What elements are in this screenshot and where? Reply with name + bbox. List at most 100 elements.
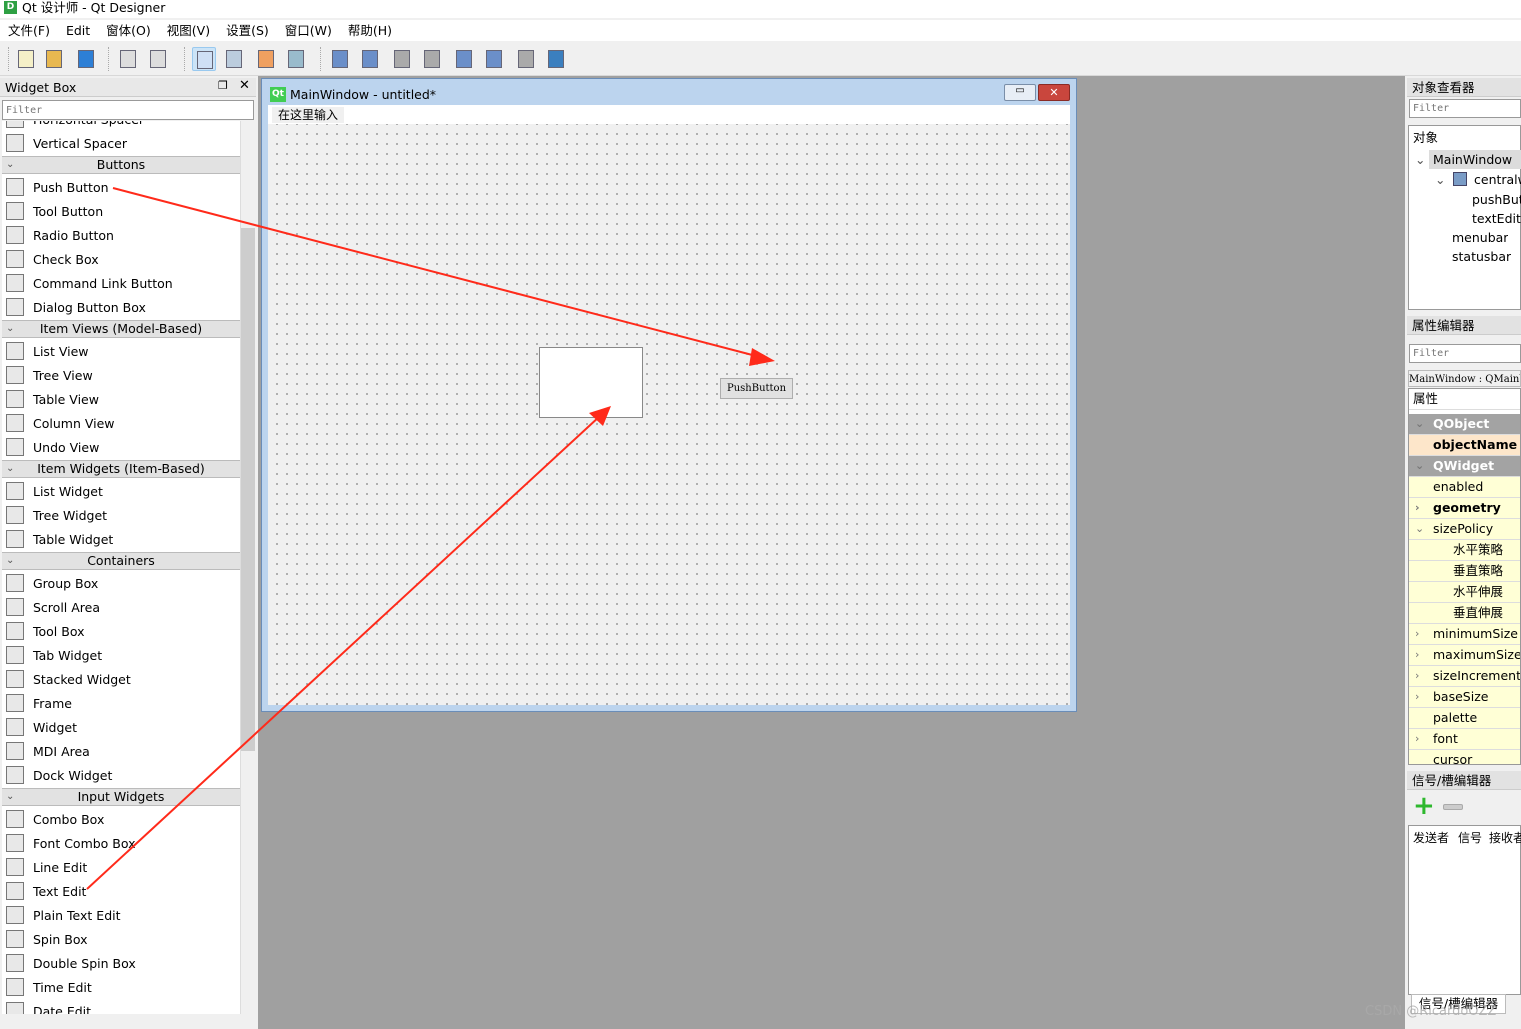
- widget-item[interactable]: Date Edit: [2, 999, 240, 1014]
- widget-item[interactable]: Plain Text Edit: [2, 903, 240, 927]
- property-row[interactable]: ⌄ QObject: [1409, 414, 1520, 435]
- widget-item[interactable]: Spin Box: [2, 927, 240, 951]
- scrollbar-thumb[interactable]: [241, 228, 255, 751]
- chevron-right-icon[interactable]: ›: [1415, 645, 1419, 665]
- tree-item-mainwindow[interactable]: MainWindow: [1429, 150, 1521, 169]
- remove-connection-icon[interactable]: [1443, 804, 1463, 810]
- widget-item[interactable]: Group Box: [2, 571, 240, 595]
- property-row[interactable]: ⌄ sizePolicy: [1409, 519, 1520, 540]
- menu-settings[interactable]: 设置(S): [226, 20, 277, 41]
- menu-file[interactable]: 文件(F): [8, 20, 58, 41]
- tree-item-centralwidget[interactable]: centralwidget: [1474, 170, 1521, 189]
- object-inspector-filter[interactable]: [1409, 99, 1521, 118]
- property-row[interactable]: › geometry: [1409, 498, 1520, 519]
- save-icon[interactable]: [74, 47, 98, 71]
- paste-disabled-icon[interactable]: [146, 47, 170, 71]
- property-row[interactable]: objectName: [1409, 435, 1520, 456]
- category-header[interactable]: ⌄ Buttons: [2, 156, 240, 174]
- widget-box-filter-input[interactable]: [2, 100, 254, 120]
- layout-horizontal-icon[interactable]: [328, 47, 352, 71]
- layout-h-splitter-icon[interactable]: [390, 47, 414, 71]
- tree-item-statusbar[interactable]: statusbar: [1452, 247, 1511, 266]
- chevron-right-icon[interactable]: ›: [1415, 729, 1419, 749]
- property-row[interactable]: 垂直伸展: [1409, 603, 1520, 624]
- widget-item[interactable]: Tool Box: [2, 619, 240, 643]
- property-row[interactable]: › sizeIncrement: [1409, 666, 1520, 687]
- widget-item[interactable]: Tool Button: [2, 199, 240, 223]
- category-header[interactable]: ⌄ Item Views (Model-Based): [2, 320, 240, 338]
- text-edit-widget[interactable]: [539, 347, 643, 418]
- widget-item[interactable]: Undo View: [2, 435, 240, 459]
- menu-edit[interactable]: Edit: [66, 20, 98, 41]
- tree-item-pushbutton[interactable]: pushButton: [1472, 190, 1521, 209]
- menu-type-here[interactable]: 在这里输入: [272, 107, 345, 123]
- chevron-down-icon[interactable]: ⌄: [1415, 414, 1424, 434]
- column-receiver[interactable]: 接收者: [1489, 829, 1521, 846]
- property-row[interactable]: › minimumSize: [1409, 624, 1520, 645]
- property-row[interactable]: 垂直策略: [1409, 561, 1520, 582]
- widget-item[interactable]: Scroll Area: [2, 595, 240, 619]
- property-row[interactable]: › font: [1409, 729, 1520, 750]
- adjust-size-icon[interactable]: [544, 47, 568, 71]
- widget-item[interactable]: Time Edit: [2, 975, 240, 999]
- widget-item[interactable]: Text Edit: [2, 879, 240, 903]
- copy-disabled-icon[interactable]: [116, 47, 140, 71]
- column-signal[interactable]: 信号: [1458, 829, 1482, 846]
- widget-item[interactable]: Table Widget: [2, 527, 240, 551]
- widget-item[interactable]: Tree View: [2, 363, 240, 387]
- layout-form-icon[interactable]: [482, 47, 506, 71]
- chevron-down-icon[interactable]: ⌄: [1415, 150, 1425, 169]
- break-layout-icon[interactable]: [514, 47, 538, 71]
- edit-signals-slots-icon[interactable]: [222, 47, 246, 71]
- widget-item[interactable]: Tab Widget: [2, 643, 240, 667]
- chevron-right-icon[interactable]: ›: [1415, 624, 1419, 644]
- widget-item[interactable]: Column View: [2, 411, 240, 435]
- close-button[interactable]: ✕: [1038, 84, 1070, 101]
- widget-item[interactable]: Dialog Button Box: [2, 295, 240, 319]
- menu-window[interactable]: 窗口(W): [285, 20, 340, 41]
- widget-item[interactable]: Tree Widget: [2, 503, 240, 527]
- layout-grid-icon[interactable]: [452, 47, 476, 71]
- tree-item-menubar[interactable]: menubar: [1452, 228, 1508, 247]
- push-button-widget[interactable]: PushButton: [720, 378, 793, 399]
- chevron-down-icon[interactable]: ⌄: [1435, 170, 1445, 189]
- property-row[interactable]: 水平策略: [1409, 540, 1520, 561]
- property-row[interactable]: ⌄ QWidget: [1409, 456, 1520, 477]
- widget-item[interactable]: Horizontal Spacer: [2, 121, 240, 131]
- widget-item[interactable]: Check Box: [2, 247, 240, 271]
- chevron-down-icon[interactable]: ⌄: [1415, 456, 1424, 476]
- layout-vertical-icon[interactable]: [358, 47, 382, 71]
- widget-item[interactable]: Push Button: [2, 175, 240, 199]
- category-header[interactable]: ⌄ Item Widgets (Item-Based): [2, 460, 240, 478]
- property-editor-filter[interactable]: [1409, 344, 1521, 363]
- form-canvas[interactable]: [268, 105, 1070, 705]
- category-header[interactable]: ⌄ Containers: [2, 552, 240, 570]
- menu-form[interactable]: 窗体(O): [106, 20, 159, 41]
- property-row[interactable]: 水平伸展: [1409, 582, 1520, 603]
- widget-item[interactable]: Stacked Widget: [2, 667, 240, 691]
- category-header[interactable]: ⌄ Input Widgets: [2, 788, 240, 806]
- edit-buddies-icon[interactable]: [254, 47, 278, 71]
- widget-item[interactable]: Double Spin Box: [2, 951, 240, 975]
- property-row[interactable]: enabled: [1409, 477, 1520, 498]
- property-row[interactable]: palette: [1409, 708, 1520, 729]
- edit-tab-order-icon[interactable]: [284, 47, 308, 71]
- widget-item[interactable]: MDI Area: [2, 739, 240, 763]
- chevron-down-icon[interactable]: ⌄: [1415, 519, 1424, 539]
- widget-item[interactable]: Dock Widget: [2, 763, 240, 787]
- chevron-right-icon[interactable]: ›: [1415, 687, 1419, 707]
- widget-item[interactable]: Line Edit: [2, 855, 240, 879]
- tree-item-textedit[interactable]: textEdit: [1472, 209, 1521, 228]
- add-connection-icon[interactable]: +: [1413, 793, 1435, 819]
- widget-item[interactable]: Combo Box: [2, 807, 240, 831]
- chevron-right-icon[interactable]: ›: [1415, 666, 1419, 686]
- property-row[interactable]: › maximumSize: [1409, 645, 1520, 666]
- menu-view[interactable]: 视图(V): [167, 20, 218, 41]
- property-row[interactable]: › baseSize: [1409, 687, 1520, 708]
- layout-v-splitter-icon[interactable]: [420, 47, 444, 71]
- column-sender[interactable]: 发送者: [1413, 829, 1449, 846]
- widget-item[interactable]: Command Link Button: [2, 271, 240, 295]
- float-dock-icon[interactable]: ❐: [218, 79, 228, 92]
- close-dock-icon[interactable]: ✕: [239, 78, 250, 93]
- widget-item[interactable]: Radio Button: [2, 223, 240, 247]
